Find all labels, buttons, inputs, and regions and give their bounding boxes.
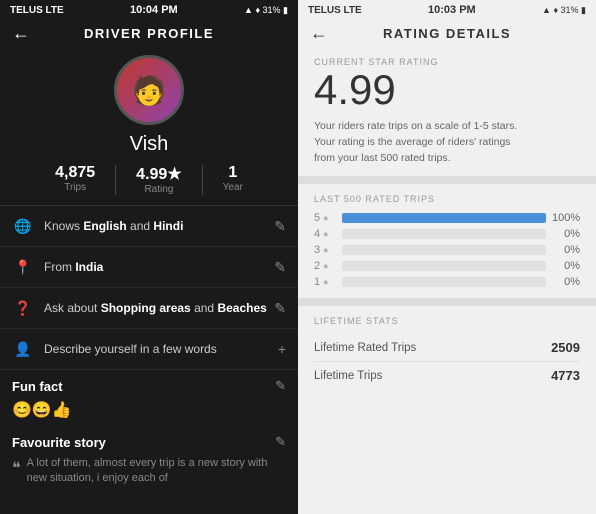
trips-stat: 4,875 Trips (55, 164, 95, 193)
lifetime-rated-trips-label: Lifetime Rated Trips (314, 342, 416, 354)
list-item: ❓ Ask about Shopping areas and Beaches ✎ (0, 288, 298, 329)
edit-languages-button[interactable]: ✎ (274, 218, 286, 235)
person-icon: 👤 (12, 338, 34, 360)
bar-track-4 (342, 229, 546, 239)
fun-fact-emojis: 😊😄👍 (12, 402, 72, 419)
bar-pct-1: 0% (552, 276, 580, 288)
lifetime-trips-value: 4773 (551, 368, 580, 383)
profile-section: 🧑 Vish 4,875 Trips 4.99★ Rating 1 Year (0, 47, 298, 205)
list-item: 🌐 Knows English and Hindi ✎ (0, 206, 298, 247)
bar-label-3: 3 ★ (314, 244, 336, 256)
lifetime-trips-row: Lifetime Trips 4773 (314, 362, 580, 389)
left-panel: TELUS LTE 10:04 PM ▲ ♦ 31% ▮ ← DRIVER PR… (0, 0, 298, 514)
bar-pct-5: 100% (552, 212, 580, 224)
rating-section: CURRENT STAR RATING 4.99 Your riders rat… (298, 47, 596, 184)
lifetime-rated-trips-value: 2509 (551, 340, 580, 355)
from-text: From India (44, 260, 274, 274)
year-label: Year (223, 182, 243, 193)
bar-row-5: 5 ★ 100% (314, 212, 580, 224)
bar-label-1: 1 ★ (314, 276, 336, 288)
lifetime-trips-label: Lifetime Trips (314, 370, 382, 382)
page-title-left: DRIVER PROFILE (84, 26, 214, 41)
add-describe-button[interactable]: + (278, 341, 286, 357)
bar-row-2: 2 ★ 0% (314, 260, 580, 272)
status-icons-left: ▲ ♦ 31% ▮ (244, 5, 288, 16)
rating-value: 4.99★ (136, 164, 181, 184)
back-button-left[interactable]: ← (12, 23, 30, 44)
edit-story-button[interactable]: ✎ (275, 434, 286, 450)
header-right: ← RATING DETAILS (298, 20, 596, 47)
trips-label: Trips (64, 182, 86, 193)
list-item: 📍 From India ✎ (0, 247, 298, 288)
info-list: 🌐 Knows English and Hindi ✎ 📍 From India… (0, 205, 298, 514)
bar-track-1 (342, 277, 546, 287)
bar-row-3: 3 ★ 0% (314, 244, 580, 256)
back-button-right[interactable]: ← (310, 23, 328, 44)
bar-pct-3: 0% (552, 244, 580, 256)
bar-label-5: 5 ★ (314, 212, 336, 224)
fun-fact-header: Fun fact ✎ (0, 370, 298, 398)
stat-divider-1 (115, 165, 116, 195)
trips-value: 4,875 (55, 164, 95, 182)
bar-track-2 (342, 261, 546, 271)
edit-location-button[interactable]: ✎ (274, 259, 286, 276)
bar-row-1: 1 ★ 0% (314, 276, 580, 288)
bar-pct-2: 0% (552, 260, 580, 272)
quote-icon: ❝ (12, 458, 21, 487)
list-item: 👤 Describe yourself in a few words + (0, 329, 298, 370)
status-icons-right: ▲ ♦ 31% ▮ (542, 5, 586, 16)
year-stat: 1 Year (223, 164, 243, 193)
story-text: A lot of them, almost every trip is a ne… (27, 456, 286, 487)
stat-divider-2 (202, 165, 203, 195)
rating-description: Your riders rate trips on a scale of 1-5… (314, 119, 580, 166)
bar-track-5 (342, 213, 546, 223)
rating-label: Rating (144, 184, 173, 195)
globe-icon: 🌐 (12, 215, 34, 237)
right-panel: TELUS LTE 10:03 PM ▲ ♦ 31% ▮ ← RATING DE… (298, 0, 596, 514)
status-bar-right: TELUS LTE 10:03 PM ▲ ♦ 31% ▮ (298, 0, 596, 20)
time-left: 10:04 PM (130, 4, 178, 16)
time-right: 10:03 PM (428, 4, 476, 16)
bar-track-3 (342, 245, 546, 255)
favourite-story-title: Favourite story (12, 435, 106, 450)
stats-row: 4,875 Trips 4.99★ Rating 1 Year (55, 164, 243, 195)
fun-fact-title: Fun fact (12, 379, 63, 394)
ask-about-text: Ask about Shopping areas and Beaches (44, 301, 274, 315)
favourite-story-header: Favourite story ✎ (0, 426, 298, 454)
carrier-left: TELUS LTE (10, 5, 64, 16)
big-rating-value: 4.99 (314, 69, 580, 111)
lifetime-section: LIFETIME STATS Lifetime Rated Trips 2509… (298, 306, 596, 395)
rating-stat: 4.99★ Rating (136, 164, 181, 195)
location-icon: 📍 (12, 256, 34, 278)
languages-text: Knows English and Hindi (44, 219, 274, 233)
edit-fun-fact-button[interactable]: ✎ (275, 378, 286, 394)
describe-text: Describe yourself in a few words (44, 342, 278, 356)
page-title-right: RATING DETAILS (383, 26, 511, 41)
year-value: 1 (228, 164, 237, 182)
bar-label-4: 4 ★ (314, 228, 336, 240)
bar-label-2: 2 ★ (314, 260, 336, 272)
bar-pct-4: 0% (552, 228, 580, 240)
avatar: 🧑 (114, 55, 184, 125)
bar-fill-5 (342, 213, 546, 223)
edit-ask-button[interactable]: ✎ (274, 300, 286, 317)
question-icon: ❓ (12, 297, 34, 319)
trips-section: LAST 500 RATED TRIPS 5 ★ 100% 4 ★ 0% 3 ★… (298, 184, 596, 306)
story-content: ❝ A lot of them, almost every trip is a … (0, 454, 298, 493)
last500-label: LAST 500 RATED TRIPS (314, 194, 580, 204)
bar-row-4: 4 ★ 0% (314, 228, 580, 240)
lifetime-label: LIFETIME STATS (314, 316, 580, 326)
fun-fact-content: 😊😄👍 (0, 398, 298, 426)
avatar-emoji: 🧑 (132, 74, 167, 107)
carrier-right: TELUS LTE (308, 5, 362, 16)
header-left: ← DRIVER PROFILE (0, 20, 298, 47)
lifetime-rated-trips-row: Lifetime Rated Trips 2509 (314, 334, 580, 362)
driver-name: Vish (130, 133, 169, 156)
status-bar-left: TELUS LTE 10:04 PM ▲ ♦ 31% ▮ (0, 0, 298, 20)
